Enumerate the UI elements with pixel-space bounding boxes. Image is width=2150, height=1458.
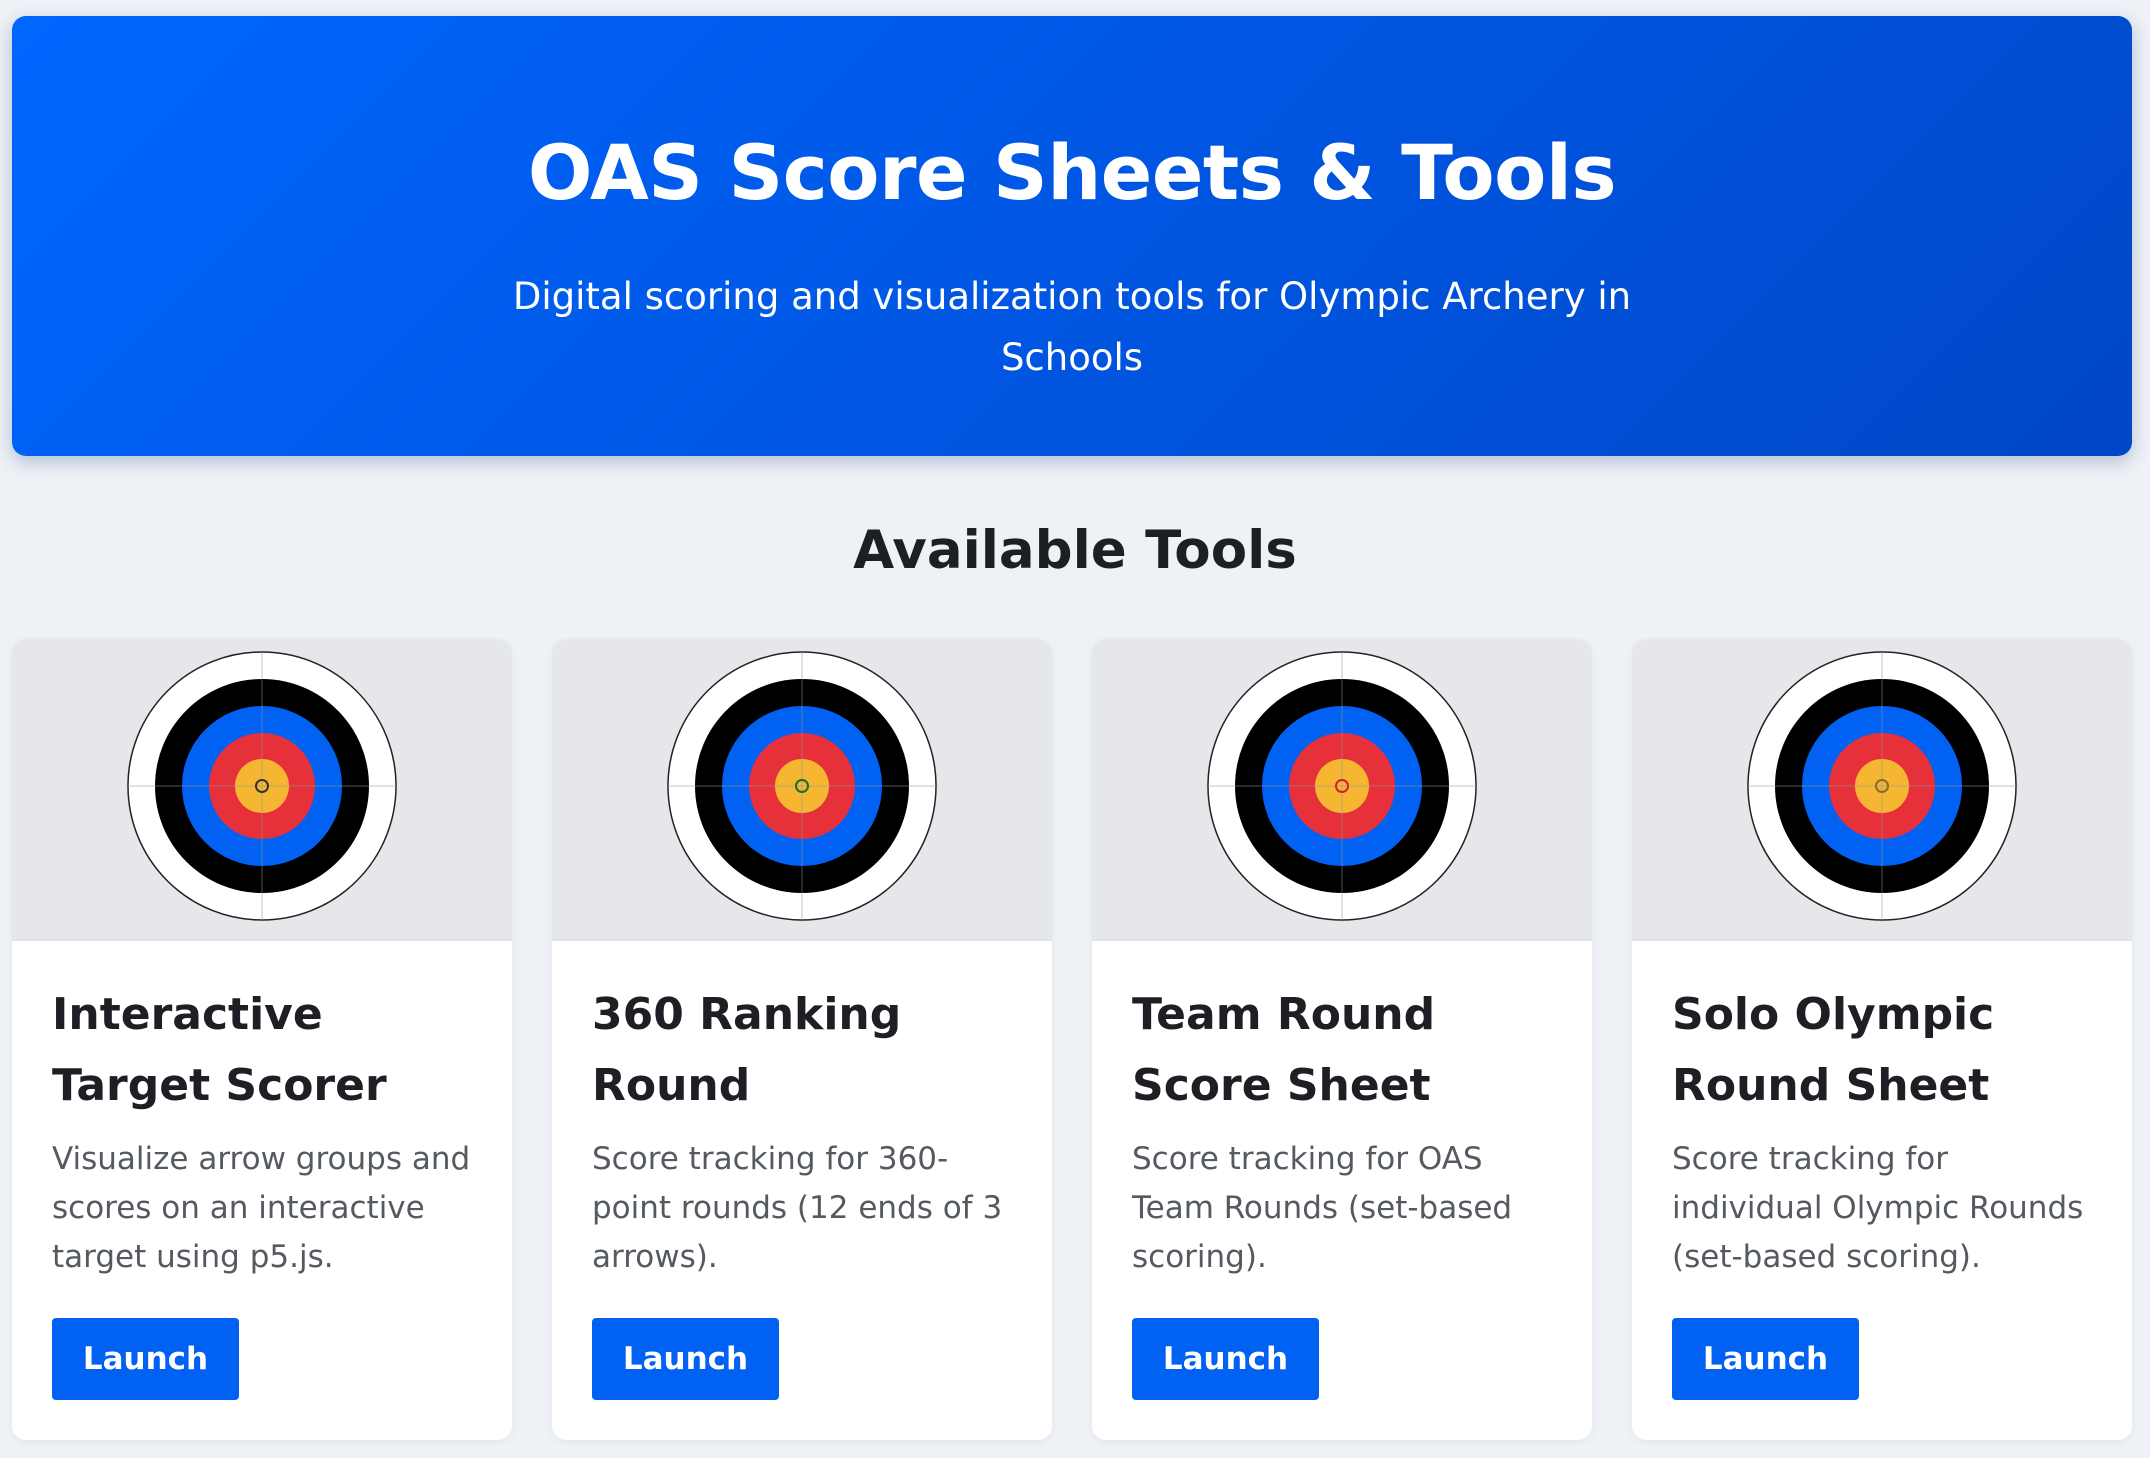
card-image bbox=[1092, 639, 1592, 941]
tool-card: Solo Olympic Round Sheet Score tracking … bbox=[1632, 639, 2132, 1440]
card-description: Score tracking for individual Olympic Ro… bbox=[1672, 1141, 2084, 1275]
page-title: OAS Score Sheets & Tools bbox=[527, 128, 1617, 217]
archery-target-icon bbox=[1207, 651, 1477, 921]
card-title: Interactive Target Scorer bbox=[52, 989, 387, 1111]
card-image bbox=[12, 639, 512, 941]
tool-card: 360 Ranking Round Score tracking for 360… bbox=[552, 639, 1052, 1440]
page-subtitle: Digital scoring and visualization tools … bbox=[512, 275, 1632, 379]
hero-banner: OAS Score Sheets & Tools Digital scoring… bbox=[12, 16, 2132, 456]
card-title: Solo Olympic Round Sheet bbox=[1672, 989, 1995, 1111]
section-title: Available Tools bbox=[853, 520, 1297, 581]
archery-target-icon bbox=[667, 651, 937, 921]
card-description: Score tracking for OAS Team Rounds (set-… bbox=[1132, 1141, 1513, 1275]
tool-card: Team Round Score Sheet Score tracking fo… bbox=[1092, 639, 1592, 1440]
card-image bbox=[552, 639, 1052, 941]
card-description: Score tracking for 360-point rounds (12 … bbox=[592, 1141, 1003, 1275]
launch-button[interactable]: Launch bbox=[592, 1318, 779, 1400]
card-image bbox=[1632, 639, 2132, 941]
launch-button[interactable]: Launch bbox=[1132, 1318, 1319, 1400]
archery-target-icon bbox=[1747, 651, 2017, 921]
card-title: 360 Ranking Round bbox=[592, 989, 902, 1111]
card-description: Visualize arrow groups and scores on an … bbox=[52, 1141, 471, 1275]
card-title: Team Round Score Sheet bbox=[1132, 989, 1436, 1111]
launch-button[interactable]: Launch bbox=[52, 1318, 239, 1400]
launch-button[interactable]: Launch bbox=[1672, 1318, 1859, 1400]
archery-target-icon bbox=[127, 651, 397, 921]
tool-card: Interactive Target Scorer Visualize arro… bbox=[12, 639, 512, 1440]
